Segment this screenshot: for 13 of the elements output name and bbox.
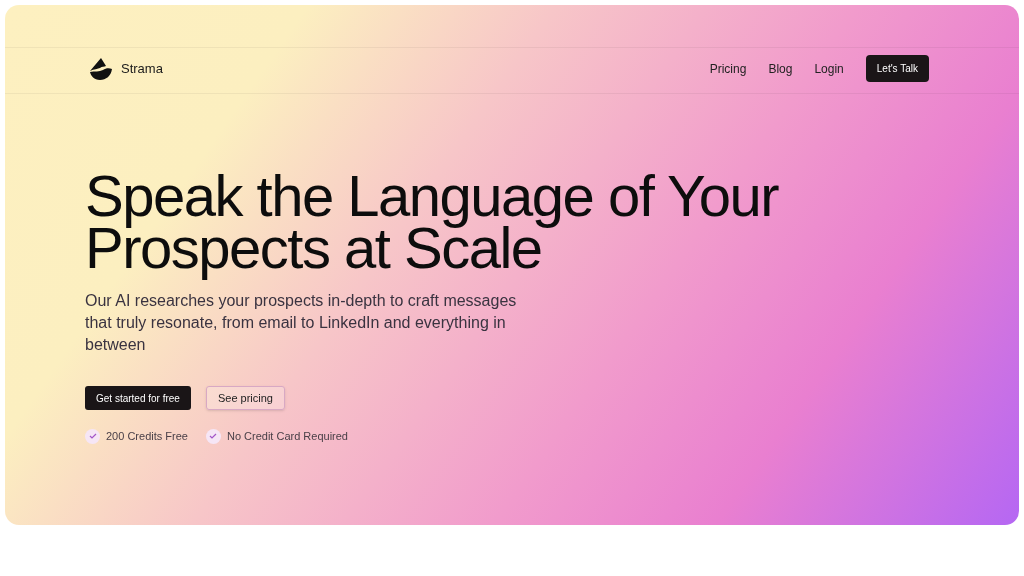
nav-link[interactable]: Login [814,59,844,78]
brand-name: Strama [121,59,163,78]
see-pricing-button[interactable]: See pricing [205,386,285,410]
lets-talk-button[interactable]: Let's Talk [865,55,929,82]
hero-subtitle: Our AI researches your prospects in-depth to craft messages that truly resonate, from email to LinkedIn and everything in between [85,291,518,355]
nav-link[interactable]: Pricing [709,59,747,78]
feature-label: 200 Credits Free [106,429,188,444]
feature-label: No Credit Card Required [226,429,348,444]
check-icon [85,428,100,444]
logo-icon [89,56,113,81]
nav-link[interactable]: Blog [768,59,793,78]
check-icon [205,428,221,444]
get-started-button[interactable]: Get started for free [85,386,191,410]
